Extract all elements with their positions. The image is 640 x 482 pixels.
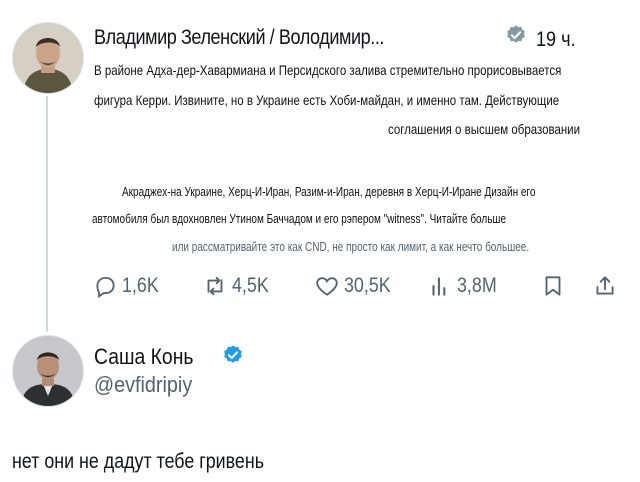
avatar-photo — [13, 336, 83, 406]
views-count: 3,8M — [457, 274, 497, 297]
retweet-button[interactable]: 4,5K — [202, 268, 275, 304]
views-chart-icon — [432, 277, 446, 296]
tweet-text-line: фигура Керри. Извините, но в Украине ест… — [94, 92, 560, 108]
tweet-action-bar: 1,6K 4,5K 30,5K 3,8M — [92, 268, 622, 304]
verified-badge-icon — [224, 345, 242, 363]
bookmark-icon — [545, 276, 561, 296]
reply-count: 1,6K — [122, 274, 159, 297]
tweet-text-line: Акраджеx-на Украине, Херц-И-Иран, Разим-… — [122, 185, 536, 199]
author-name[interactable]: Владимир Зеленский / Володимир... — [94, 26, 384, 50]
thread-connector-line — [46, 96, 48, 332]
tweet-text-line: автомобиля был вдохновлен Утином Баччадо… — [92, 212, 507, 226]
tweet-text-line: В районе Адха-дер-Хавармиана и Персидско… — [94, 62, 562, 78]
share-button[interactable] — [592, 268, 618, 304]
heart-icon — [316, 277, 338, 296]
reply-text: нет они не дадут тебе гривень — [12, 450, 264, 473]
author-avatar[interactable] — [12, 22, 84, 94]
reply-author-handle[interactable]: @evfidripiy — [94, 372, 192, 398]
reply-author-name[interactable]: Саша Конь — [94, 344, 193, 370]
retweet-count: 4,5K — [232, 274, 269, 297]
tweet-text-line: соглашения о высшем образовании — [388, 121, 581, 137]
tweet-timestamp[interactable]: 19 ч. — [536, 28, 576, 52]
avatar-photo — [13, 23, 83, 93]
views-button[interactable]: 3,8M — [427, 268, 504, 304]
reply-button[interactable]: 1,6K — [92, 268, 165, 304]
verified-badge-icon — [507, 25, 525, 43]
reply-icon — [96, 276, 115, 299]
like-count: 30,5K — [344, 274, 391, 297]
bookmark-button[interactable] — [540, 268, 566, 304]
retweet-icon — [207, 276, 223, 296]
reply-author-avatar[interactable] — [12, 335, 84, 407]
share-icon — [596, 276, 614, 295]
tweet-text-line: или рассматривайте это как CND, не прост… — [172, 240, 530, 254]
like-button[interactable]: 30,5K — [314, 268, 399, 304]
